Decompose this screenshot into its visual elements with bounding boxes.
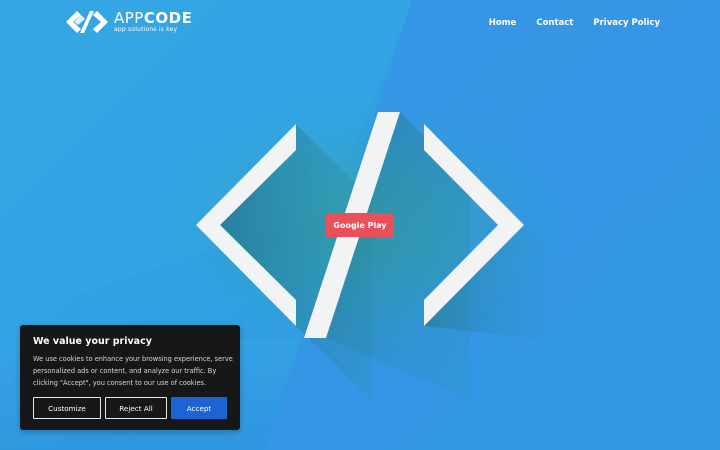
accept-button[interactable]: Accept — [171, 397, 227, 419]
google-play-button[interactable]: Google Play — [326, 213, 394, 237]
cookie-title: We value your privacy — [33, 336, 152, 347]
page: APPCODE app solutions is key Home Contac… — [0, 0, 720, 450]
cookie-description: We use cookies to enhance your browsing … — [33, 355, 233, 387]
customize-button[interactable]: Customize — [33, 397, 101, 419]
reject-all-button[interactable]: Reject All — [105, 397, 167, 419]
cookie-consent-banner: We value your privacy We use cookies to … — [20, 325, 240, 430]
